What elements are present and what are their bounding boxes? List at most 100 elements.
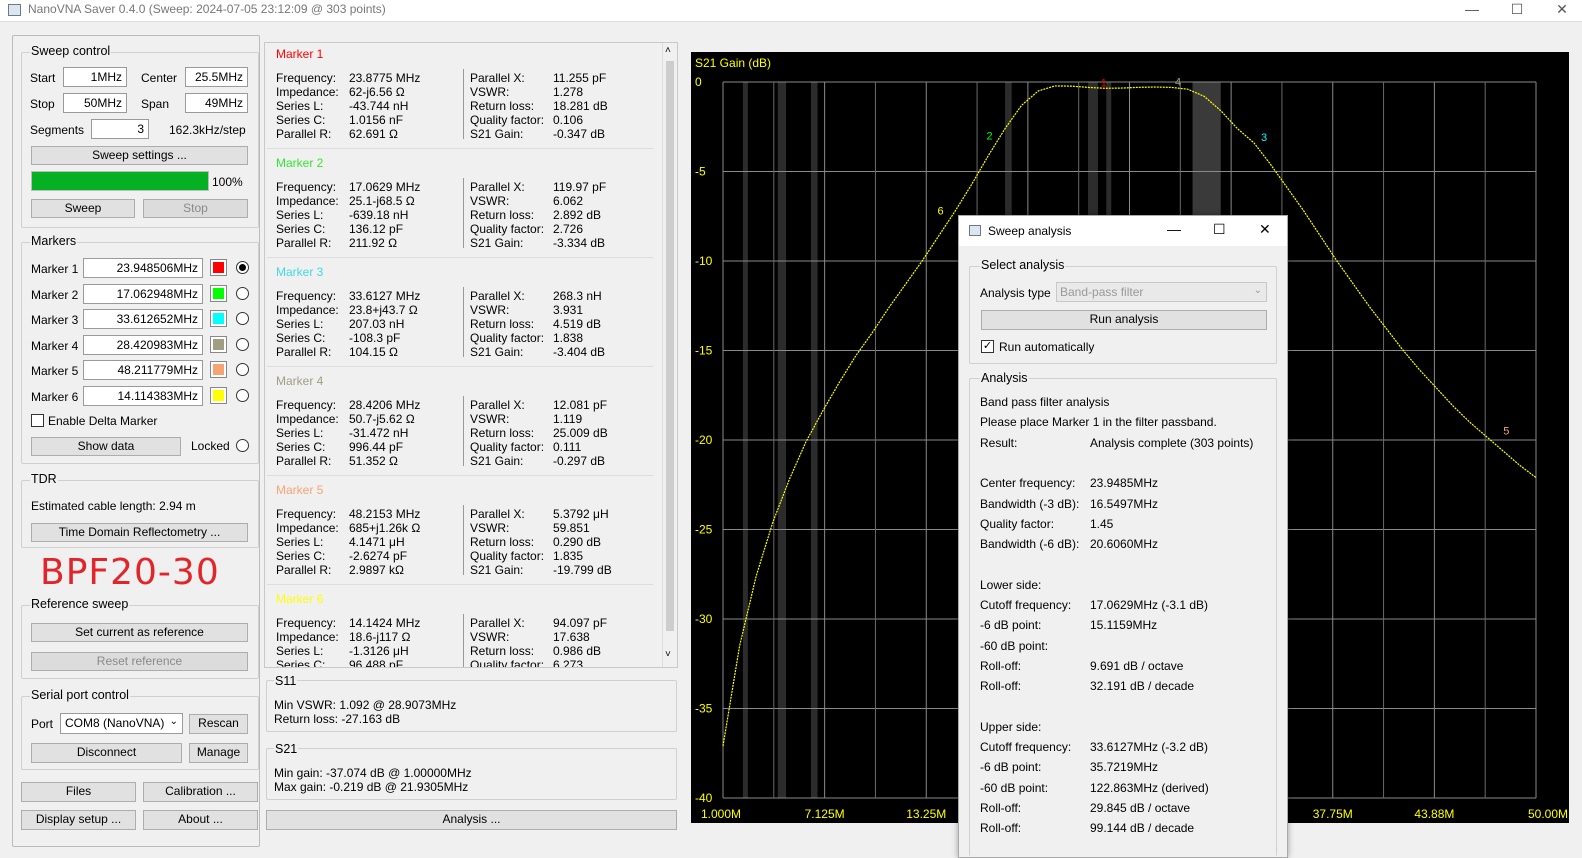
analysis-label: Band pass filter analysis [980, 395, 1110, 409]
marker-field-label: Parallel X: [470, 71, 525, 85]
dialog-maximize-button[interactable]: ☐ [1213, 221, 1226, 238]
marker-field-value: 25.009 dB [553, 426, 608, 440]
center-label: Center [141, 71, 178, 85]
delta-marker-checkbox[interactable] [31, 414, 44, 427]
marker-field-label: Series L: [276, 208, 324, 222]
chart-marker-label: 6 [938, 205, 944, 217]
span-input[interactable]: 49MHz [185, 93, 248, 113]
marker-field-value: 59.851 [553, 521, 590, 535]
x-tick-label: 43.88M [1414, 807, 1454, 821]
x-tick-label: 7.125M [805, 807, 845, 821]
run-automatically-checkbox[interactable]: ✓ [981, 340, 994, 353]
about-button[interactable]: About ... [143, 810, 258, 830]
analysis-label: Cutoff frequency: [980, 740, 1072, 755]
marker-field-value: 96.488 pF [349, 658, 404, 668]
reset-reference-button[interactable]: Reset reference [31, 652, 248, 671]
markers-title: Markers [30, 234, 78, 248]
analysis-type-select[interactable]: Band-pass filter ⌄ [1056, 282, 1267, 302]
marker-field-value: 996.44 pF [349, 440, 404, 454]
chevron-down-icon: ⌄ [169, 716, 178, 727]
analysis-label: Result: [980, 435, 1018, 450]
marker-frequency-input[interactable]: 28.420983MHz [83, 334, 203, 355]
manage-button[interactable]: Manage [189, 743, 248, 763]
analysis-value: Analysis complete (303 points) [1090, 435, 1254, 450]
show-data-button[interactable]: Show data [31, 437, 181, 456]
port-select[interactable]: COM8 (NanoVNA) ⌄ [60, 713, 183, 734]
calibration-button[interactable]: Calibration ... [143, 782, 258, 802]
marker-field-label: Parallel R: [276, 345, 332, 359]
marker-select-radio[interactable] [236, 286, 249, 300]
marker-field-value: -108.3 pF [349, 331, 401, 345]
tdr-button[interactable]: Time Domain Reflectometry ... [31, 523, 248, 542]
marker-field-value: 6.062 [553, 194, 584, 208]
marker-color-button[interactable] [210, 335, 227, 353]
marker-color-button[interactable] [210, 387, 227, 404]
disconnect-button[interactable]: Disconnect [31, 743, 182, 763]
minimize-button[interactable]: — [1452, 0, 1492, 20]
stop-button[interactable]: Stop [143, 199, 248, 218]
marker-field-label: Series L: [276, 317, 324, 331]
marker-field-label: Parallel X: [470, 289, 525, 303]
marker-field-value: 0.290 dB [553, 535, 602, 549]
set-reference-button[interactable]: Set current as reference [31, 623, 248, 642]
marker-field-label: VSWR: [470, 85, 510, 99]
marker-field-label: Series L: [276, 99, 324, 113]
marker-color-button[interactable] [210, 284, 227, 302]
marker-data-title: Marker 2 [276, 156, 324, 170]
marker-field-value: -0.297 dB [553, 454, 606, 468]
analysis-label: -60 dB point: [980, 780, 1049, 795]
sweep-button[interactable]: Sweep [31, 199, 135, 218]
marker-field-value: 62-j6.56 Ω [349, 85, 405, 99]
marker-label: Marker 4 [31, 338, 79, 353]
marker-field-value: 1.119 [553, 412, 583, 426]
rescan-button[interactable]: Rescan [189, 714, 248, 734]
display-setup-button[interactable]: Display setup ... [21, 810, 136, 830]
column-divider [463, 69, 464, 139]
marker-field-label: Series L: [276, 426, 324, 440]
marker-field-label: Quality factor: [470, 549, 545, 563]
marker-frequency-input[interactable]: 33.612652MHz [83, 309, 203, 330]
run-analysis-button[interactable]: Run analysis [981, 310, 1267, 330]
marker-select-radio[interactable] [236, 337, 249, 351]
chart-marker-label: 3 [1261, 132, 1267, 144]
marker-select-radio[interactable] [236, 389, 249, 402]
start-input[interactable]: 1MHz [63, 67, 127, 87]
analysis-label: Roll-off: [980, 679, 1022, 694]
analysis-value: 35.7219MHz [1090, 760, 1159, 775]
marker-label: Marker 3 [31, 313, 79, 328]
center-input[interactable]: 25.5MHz [185, 67, 248, 87]
chevron-down-icon: ⌄ [1253, 285, 1262, 296]
progress-bar [31, 171, 209, 191]
marker-color-button[interactable] [210, 361, 227, 379]
delta-marker-label: Enable Delta Marker [48, 414, 158, 428]
dialog-close-button[interactable]: ✕ [1259, 221, 1271, 238]
scrollbar-thumb[interactable] [666, 61, 674, 631]
y-tick-label: -30 [695, 612, 713, 626]
stop-input[interactable]: 50MHz [63, 93, 127, 113]
marker-field-label: Impedance: [276, 85, 339, 99]
chevron-down-icon[interactable]: ˅ [665, 649, 671, 660]
marker-frequency-input[interactable]: 48.211779MHz [83, 360, 203, 381]
segments-input[interactable]: 3 [91, 119, 149, 139]
marker-color-button[interactable] [210, 310, 227, 328]
analysis-value: 33.6127MHz (-3.2 dB) [1090, 740, 1209, 755]
close-button[interactable]: ✕ [1542, 0, 1582, 20]
analysis-label: Bandwidth (-3 dB): [980, 496, 1080, 511]
marker-data-block: Marker 2 Frequency: 17.0629 MHz Impedance… [267, 154, 653, 258]
marker-field-label: Frequency: [276, 71, 337, 85]
sweep-settings-button[interactable]: Sweep settings ... [31, 146, 248, 165]
marker-color-button[interactable] [210, 259, 227, 276]
scrollbar[interactable]: ˄ ˅ [662, 43, 677, 667]
chevron-up-icon[interactable]: ˄ [665, 45, 671, 56]
marker-select-radio[interactable] [236, 261, 249, 274]
marker-field-value: 685+j1.26k Ω [349, 521, 421, 535]
maximize-button[interactable]: ☐ [1497, 0, 1537, 20]
marker-frequency-input[interactable]: 17.062948MHz [83, 283, 203, 304]
analysis-button[interactable]: Analysis ... [266, 810, 677, 830]
marker-frequency-input[interactable]: 14.114383MHz [83, 386, 203, 406]
locked-radio[interactable] [236, 439, 249, 452]
marker-frequency-input[interactable]: 23.948506MHz [83, 258, 203, 278]
analysis-label: Cutoff frequency: [980, 598, 1072, 612]
files-button[interactable]: Files [21, 782, 136, 802]
dialog-minimize-button[interactable]: — [1167, 221, 1181, 237]
